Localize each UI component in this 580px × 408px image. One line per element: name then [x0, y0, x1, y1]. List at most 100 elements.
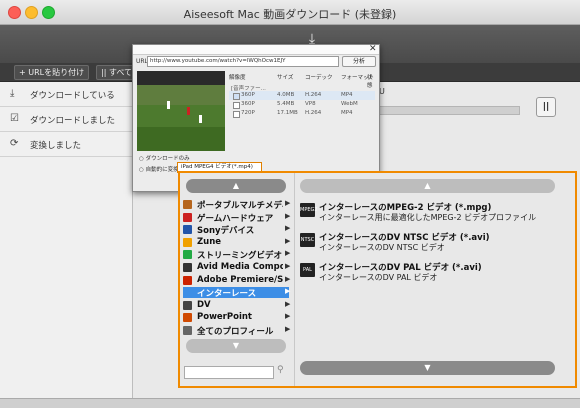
category-item[interactable]: Sonyデバイス ▶ [183, 224, 291, 237]
format-checkbox[interactable] [233, 111, 240, 118]
category-label: Sonyデバイス [197, 226, 255, 237]
format-row[interactable]: 360P 5.4MB VP8 WebM [229, 100, 375, 109]
category-icon [183, 200, 192, 209]
dialog-title-bar [133, 45, 379, 55]
sidebar-item-downloading[interactable]: ⤓ ダウンロードしている [0, 82, 132, 107]
sidebar-item-label: ダウンロードしました [30, 116, 116, 126]
radio-label: 自動的に変換 [145, 167, 179, 173]
title-bar: Aiseesoft Mac 動画ダウンロード (未登録) [0, 0, 580, 25]
category-icon [183, 225, 192, 235]
format-table-header: 解像度 サイズ コーデック フォーマット 状態 [229, 72, 375, 89]
video-preview [137, 71, 225, 151]
size-cell: 5.4MB [277, 101, 295, 107]
chevron-right-icon: ▶ [285, 312, 291, 321]
format-checkbox[interactable] [233, 93, 240, 100]
format-row[interactable]: 360P 4.0MB H.264 MP4 [229, 91, 375, 100]
category-label: ゲームハードウェア [197, 213, 274, 224]
download-progress-bar [378, 106, 520, 115]
category-label: インターレース [197, 289, 257, 300]
chevron-right-icon: ▶ [285, 224, 291, 233]
profile-description: インターレース用に最適化したMPEG-2 ビデオプロファイル [319, 213, 537, 222]
profile-description: インターレースのDV PAL ビデオ [319, 273, 438, 282]
category-label: Zune [197, 236, 222, 247]
category-label: PowerPoint [197, 312, 252, 323]
url-input[interactable]: http://www.youtube.com/watch?v=lWQhOcw1E… [147, 56, 339, 67]
search-icon[interactable]: ⚲ [277, 365, 284, 375]
search-input[interactable] [184, 366, 274, 379]
chevron-right-icon: ▶ [285, 262, 291, 270]
profile-scroll-up-button[interactable]: ▲ [300, 179, 555, 193]
sidebar: ⤓ ダウンロードしている ☑ ダウンロードしました ⟳ 変換しました [0, 82, 133, 400]
scroll-down-button[interactable]: ▼ [186, 339, 286, 353]
pause-all-button[interactable]: || すべて [96, 65, 138, 80]
resolution-cell: 360P [241, 92, 255, 98]
codec-cell: H.264 [305, 110, 322, 116]
film-icon: PAL [300, 263, 315, 277]
category-list: ▲ ポータブルマルチメディ...▶ゲームハードウェア▶Sonyデバイス▶Zune… [180, 173, 295, 386]
resolution-cell: 720P [241, 110, 255, 116]
sidebar-item-converted[interactable]: ⟳ 変換しました [0, 132, 132, 157]
sidebar-item-label: ダウンロードしている [30, 91, 115, 101]
profile-description: インターレースのDV NTSC ビデオ [319, 243, 445, 252]
format-cell: WebM [341, 101, 358, 107]
category-item[interactable]: ストリーミングビデオ ▶ [183, 249, 291, 262]
download-icon: ⤓ [10, 88, 15, 99]
category-item[interactable]: Zune ▶ [183, 236, 291, 248]
chevron-right-icon: ▶ [285, 236, 291, 245]
size-cell: 4.0MB [277, 92, 295, 98]
category-item[interactable]: インターレース ▶ [183, 287, 291, 300]
category-label: DV [197, 299, 211, 310]
pause-button[interactable]: || [536, 97, 556, 117]
close-icon[interactable]: ✕ [369, 44, 377, 54]
category-item[interactable]: 全てのプロフィール ▶ [183, 325, 291, 337]
analyze-button[interactable]: 分析 [342, 56, 376, 67]
paste-url-button[interactable]: + URLを貼り付け [14, 65, 90, 80]
scroll-up-button[interactable]: ▲ [186, 179, 286, 193]
category-icon [183, 300, 192, 310]
category-icon [183, 263, 192, 272]
category-icon [183, 212, 192, 222]
chevron-right-icon: ▶ [285, 299, 291, 308]
download-only-radio[interactable]: ○ ダウンロードのみ [139, 154, 190, 162]
download-dialog: ✕ URL: http://www.youtube.com/watch?v=lW… [132, 44, 380, 192]
category-label: Adobe Premiere/Son... [197, 274, 283, 285]
column-header: 解像度 [229, 75, 246, 81]
category-icon [183, 275, 192, 285]
profile-item[interactable]: PAL インターレースのDV PAL ビデオ (*.avi) インターレースのDV … [300, 261, 565, 287]
category-icon [183, 237, 192, 247]
format-cell: MP4 [341, 92, 353, 98]
downloaded-icon: ☑ [10, 113, 19, 124]
category-item[interactable]: PowerPoint ▶ [183, 312, 291, 323]
category-icon [183, 250, 192, 260]
resolution-cell: 360P [241, 101, 255, 107]
film-icon: MPEG2 [300, 203, 318, 217]
codec-cell: H.264 [305, 92, 322, 98]
category-icon [183, 326, 192, 335]
category-label: Avid Media Composer [197, 262, 283, 272]
category-label: ストリーミングビデオ [197, 251, 283, 262]
profile-scroll-down-button[interactable]: ▼ [300, 361, 555, 375]
category-item[interactable]: Avid Media Composer▶ [183, 262, 291, 273]
profile-item[interactable]: NTSC インターレースのDV NTSC ビデオ (*.avi) インターレースのD… [300, 231, 565, 257]
format-row[interactable]: 720P 17.1MB H.264 MP4 [229, 109, 375, 118]
format-checkbox[interactable] [233, 102, 240, 109]
sidebar-item-downloaded[interactable]: ☑ ダウンロードしました [0, 107, 132, 132]
category-item[interactable]: DV ▶ [183, 299, 291, 311]
size-cell: 17.1MB [277, 110, 298, 116]
format-cell: MP4 [341, 110, 353, 116]
chevron-right-icon: ▶ [285, 211, 291, 220]
category-label: 全てのプロフィール [197, 327, 274, 337]
chevron-right-icon: ▶ [285, 287, 291, 296]
category-item[interactable]: Adobe Premiere/Son...▶ [183, 274, 291, 286]
chevron-right-icon: ▶ [285, 249, 291, 258]
profile-item[interactable]: MPEG2 インターレースのMPEG-2 ビデオ (*.mpg) インターレース用に… [300, 201, 565, 227]
window-title: Aiseesoft Mac 動画ダウンロード (未登録) [183, 8, 397, 21]
auto-convert-radio[interactable]: ○ 自動的に変換 [139, 165, 179, 173]
category-item[interactable]: ポータブルマルチメディ...▶ [183, 199, 290, 211]
profile-popup: ▲ ポータブルマルチメディ...▶ゲームハードウェア▶Sonyデバイス▶Zune… [178, 171, 577, 388]
column-header: コーデック [305, 75, 333, 81]
category-item[interactable]: ゲームハードウェア ▶ [183, 211, 291, 224]
converted-icon: ⟳ [10, 138, 19, 149]
chevron-right-icon: ▶ [285, 325, 291, 333]
chevron-right-icon: ▶ [285, 274, 291, 283]
